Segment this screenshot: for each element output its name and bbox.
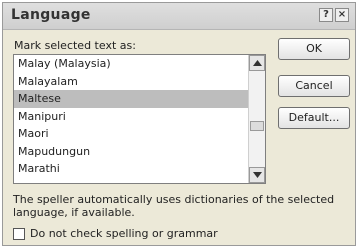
- close-button[interactable]: ×: [335, 8, 349, 22]
- language-item[interactable]: Mapudungun: [14, 143, 265, 161]
- cancel-button[interactable]: Cancel: [278, 75, 350, 97]
- language-item[interactable]: Malay (Malaysia): [14, 55, 265, 73]
- mark-as-label: Mark selected text as:: [14, 39, 136, 52]
- language-item[interactable]: Marathi: [14, 160, 265, 178]
- scroll-down-button[interactable]: [249, 167, 265, 183]
- do-not-check-label[interactable]: Do not check spelling or grammar: [30, 227, 218, 240]
- language-item[interactable]: Maltese: [14, 90, 265, 108]
- do-not-check-row[interactable]: Do not check spelling or grammar: [13, 227, 218, 240]
- arrow-down-icon: [252, 172, 262, 178]
- language-item[interactable]: Maori: [14, 125, 265, 143]
- help-button[interactable]: ?: [319, 8, 333, 22]
- ok-button[interactable]: OK: [278, 38, 350, 60]
- scroll-up-button[interactable]: [249, 55, 265, 71]
- dialog-title: Language: [11, 7, 91, 23]
- arrow-up-icon: [252, 60, 262, 66]
- title-bar[interactable]: Language ? ×: [3, 3, 355, 30]
- scroll-thumb[interactable]: [250, 121, 264, 131]
- language-item[interactable]: Malayalam: [14, 73, 265, 91]
- default-button[interactable]: Default...: [278, 107, 350, 129]
- language-list[interactable]: Malay (Malaysia) Malayalam Maltese Manipuri…: [13, 54, 266, 184]
- do-not-check-checkbox[interactable]: [13, 227, 25, 240]
- scrollbar[interactable]: [248, 55, 265, 183]
- language-dialog: Language ? × Mark selected text as: Mala…: [2, 2, 356, 246]
- speller-note: The speller automatically uses dictionar…: [13, 193, 335, 219]
- language-item[interactable]: Manipuri: [14, 108, 265, 126]
